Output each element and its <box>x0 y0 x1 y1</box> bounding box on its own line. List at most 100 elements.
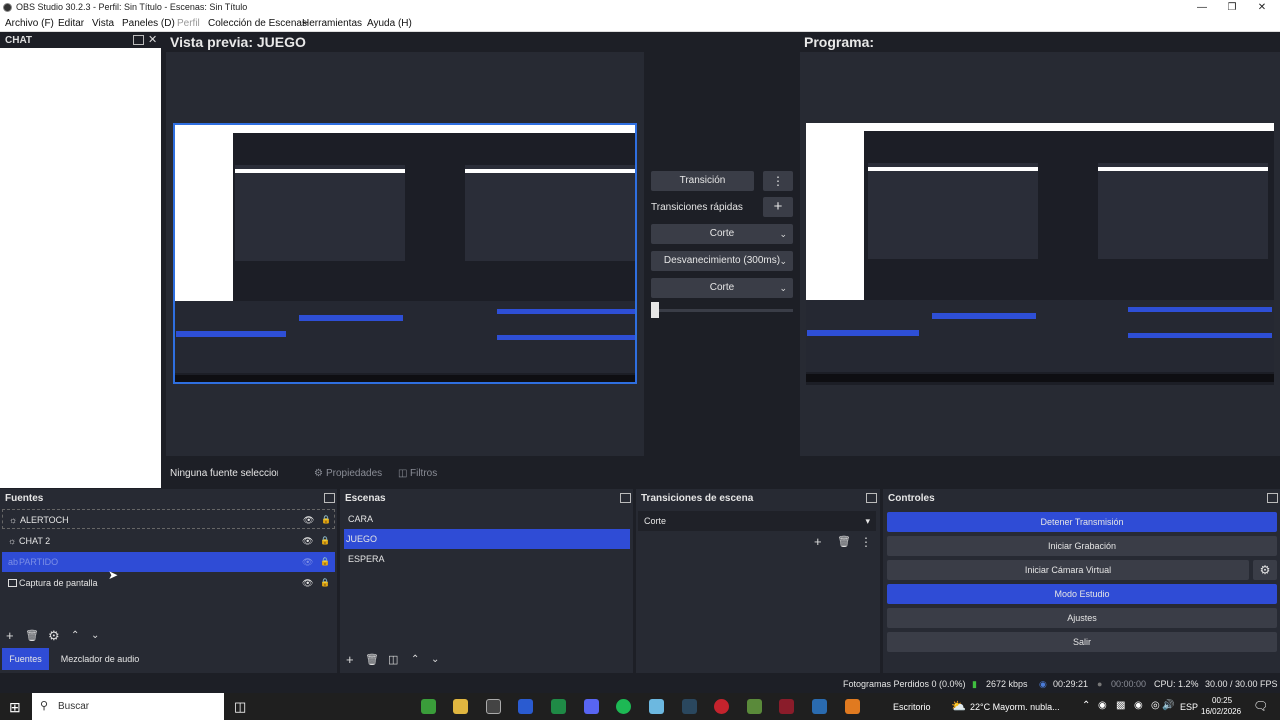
network-icon[interactable]: ◉ <box>1134 700 1143 711</box>
tray-icon[interactable]: ◉ <box>1098 700 1107 711</box>
source-row[interactable]: Captura de pantalla 👁 🔒 <box>2 573 335 593</box>
gear-icon[interactable]: ⚙ <box>1253 560 1277 580</box>
menu-help[interactable]: Ayuda (H) <box>367 15 412 32</box>
scene-filter-icon[interactable]: ◫ <box>388 653 398 667</box>
language-indicator[interactable]: ESP <box>1180 702 1198 712</box>
lock-icon[interactable]: 🔒 <box>320 552 330 572</box>
add-quick-transition-icon[interactable]: + <box>763 197 793 217</box>
clock-date[interactable]: 16/02/2026 <box>1201 707 1241 716</box>
minecraft-icon[interactable] <box>747 699 762 714</box>
trash-icon[interactable]: 🗑 <box>837 535 851 549</box>
app-icon[interactable] <box>649 699 664 714</box>
eye-icon[interactable]: 👁 <box>303 510 314 530</box>
excel-icon[interactable] <box>551 699 566 714</box>
menu-view[interactable]: Vista <box>92 15 114 32</box>
app-icon[interactable] <box>779 699 794 714</box>
close-icon[interactable]: ✕ <box>1247 0 1277 15</box>
chat-browser-view[interactable] <box>0 48 161 488</box>
transition-slider-handle[interactable] <box>651 302 659 318</box>
add-scene-icon[interactable]: + <box>346 653 354 667</box>
preview-canvas[interactable] <box>166 52 644 456</box>
arrow-up-icon[interactable]: ⌃ <box>411 653 419 667</box>
studio-mode-button[interactable]: Modo Estudio <box>887 584 1277 604</box>
start-virtual-camera-button[interactable]: Iniciar Cámara Virtual <box>887 560 1249 580</box>
app-icon[interactable] <box>845 699 860 714</box>
maximize-icon[interactable]: ❐ <box>1217 0 1247 15</box>
scene-row[interactable]: ESPERA <box>344 549 630 569</box>
chevron-down-icon: ⌄ <box>779 229 787 239</box>
float-dock-icon[interactable] <box>866 493 877 503</box>
quick-transition-3[interactable]: Corte ⌄ <box>651 278 793 298</box>
steam-icon[interactable] <box>682 699 697 714</box>
steam-icon[interactable] <box>812 699 827 714</box>
transition-more-icon[interactable]: ⋮ <box>860 535 872 549</box>
stop-streaming-button[interactable]: Detener Transmisión <box>887 512 1277 532</box>
arrow-up-icon[interactable]: ⌃ <box>71 629 79 643</box>
settings-button[interactable]: Ajustes <box>887 608 1277 628</box>
transition-more-icon[interactable]: ⋮ <box>763 171 793 191</box>
filters-button[interactable]: Filtros <box>410 468 437 479</box>
lock-icon[interactable]: 🔒 <box>321 510 331 530</box>
trash-icon[interactable]: 🗑 <box>365 653 379 667</box>
eye-hidden-icon[interactable]: 👁 <box>302 552 313 572</box>
arrow-down-icon[interactable]: ⌄ <box>431 653 439 667</box>
weather-text[interactable]: 22°C Mayorm. nubla... <box>970 702 1060 712</box>
scene-row[interactable]: CARA <box>344 509 630 529</box>
menu-tools[interactable]: Herramientas <box>302 15 362 32</box>
taskbar-search-box[interactable]: ⚲ Buscar <box>32 693 224 720</box>
status-bar: Fotogramas Perdidos 0 (0.0%) ▮ 2672 kbps… <box>0 673 1280 693</box>
gear-icon[interactable]: ⚙ <box>48 629 60 643</box>
tray-icon[interactable]: ▩ <box>1116 700 1125 711</box>
float-dock-icon[interactable] <box>620 493 631 503</box>
menu-docks[interactable]: Paneles (D) <box>122 15 175 32</box>
spotify-icon[interactable] <box>616 699 631 714</box>
desktop-label[interactable]: Escritorio <box>893 702 931 712</box>
properties-button[interactable]: Propiedades <box>326 468 382 479</box>
word-icon[interactable] <box>518 699 533 714</box>
obs-icon[interactable] <box>486 699 501 714</box>
transition-slider-track[interactable] <box>651 309 793 312</box>
chevron-up-icon[interactable]: ⌃ <box>1082 700 1090 711</box>
menu-file[interactable]: Archivo (F) <box>5 15 54 32</box>
tab-sources[interactable]: Fuentes <box>2 648 49 670</box>
discord-icon[interactable] <box>584 699 599 714</box>
float-dock-icon[interactable] <box>324 493 335 503</box>
notification-icon[interactable]: 🗨 <box>1253 699 1268 713</box>
clock-time[interactable]: 00:25 <box>1212 696 1232 705</box>
tray-icon[interactable]: ◎ <box>1151 700 1160 711</box>
add-transition-icon[interactable]: + <box>814 535 822 549</box>
arrow-down-icon[interactable]: ⌄ <box>91 629 99 643</box>
volume-icon[interactable]: 🔊 <box>1162 700 1174 711</box>
transition-button[interactable]: Transición <box>651 171 754 191</box>
quick-transition-2[interactable]: Desvanecimiento (300ms) ⌄ <box>651 251 793 271</box>
file-explorer-icon[interactable] <box>453 699 468 714</box>
opera-icon[interactable] <box>714 699 729 714</box>
minimize-icon[interactable]: — <box>1187 0 1217 15</box>
source-row[interactable]: ☼ CHAT 2 👁 🔒 <box>2 531 335 551</box>
float-dock-icon[interactable] <box>1267 493 1278 503</box>
weather-icon: ⛅ <box>951 699 966 713</box>
menu-profile[interactable]: Perfil <box>177 15 200 32</box>
tab-audio-mixer[interactable]: Mezclador de audio <box>52 648 148 670</box>
windows-start-icon[interactable]: ⊞ <box>9 699 21 716</box>
lock-icon[interactable]: 🔒 <box>320 573 330 593</box>
eye-icon[interactable]: 👁 <box>302 531 313 551</box>
source-row[interactable]: ☼ ALERTOCH 👁 🔒 <box>2 509 335 529</box>
mouse-cursor-icon: ➤ <box>108 568 119 582</box>
start-recording-button[interactable]: Iniciar Grabación <box>887 536 1277 556</box>
scene-row-selected[interactable]: JUEGO <box>344 529 630 549</box>
chrome-icon[interactable] <box>421 699 436 714</box>
menu-edit[interactable]: Editar <box>58 15 84 32</box>
source-row-selected[interactable]: ab PARTIDO 👁 🔒 <box>2 552 335 572</box>
float-dock-icon[interactable] <box>133 35 144 45</box>
lock-icon[interactable]: 🔒 <box>320 531 330 551</box>
close-dock-icon[interactable]: ✕ <box>148 33 157 46</box>
add-source-icon[interactable]: + <box>6 629 14 643</box>
transition-select[interactable]: Corte ▾ <box>638 511 876 531</box>
menu-scene-collection[interactable]: Colección de Escenas <box>208 15 307 32</box>
task-view-icon[interactable]: ◫ <box>234 699 246 715</box>
trash-icon[interactable]: 🗑 <box>25 629 39 643</box>
quick-transition-1[interactable]: Corte ⌄ <box>651 224 793 244</box>
eye-icon[interactable]: 👁 <box>302 573 313 593</box>
exit-button[interactable]: Salir <box>887 632 1277 652</box>
